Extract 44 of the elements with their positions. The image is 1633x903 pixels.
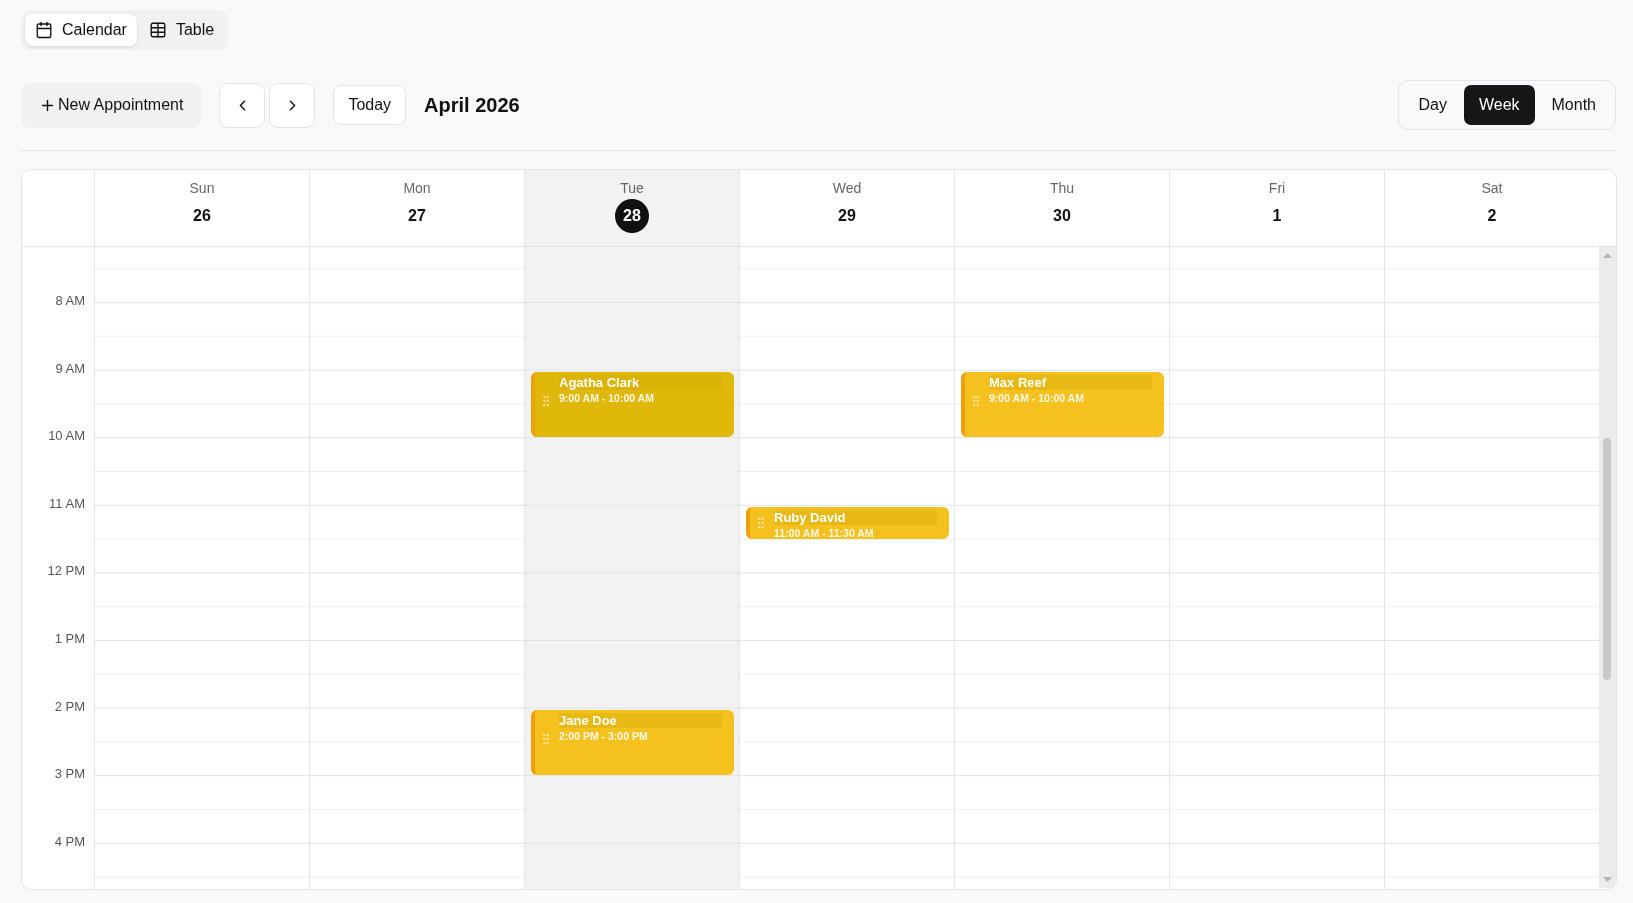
weekday-label: Tue [620,180,644,196]
date-number: 2 [1486,206,1498,226]
date-number: 30 [1052,206,1072,226]
next-button[interactable] [269,82,316,128]
table-icon [148,21,167,39]
time-label: 11 AM [49,495,85,511]
date-number: 28 [615,199,649,233]
date-number: 1 [1271,206,1283,226]
new-appointment-button[interactable]: New Appointment [21,82,202,128]
time-label: 12 PM [47,562,85,578]
time-label: 10 AM [48,427,85,443]
appointment-title: Ruby David [774,509,937,525]
calendar-icon [35,21,53,39]
date-number: 26 [192,206,212,226]
previous-button[interactable] [219,82,266,128]
date-number: 29 [837,206,857,226]
time-label: 4 PM [54,833,85,849]
appointment-time: 2:00 PM - 3:00 PM [559,729,649,742]
range-option[interactable]: Day [1403,85,1462,125]
appointment-title: Jane Doe [559,712,722,728]
weekday-label: Thu [1049,180,1075,196]
weekday-label: Wed [832,180,862,196]
weekday-label: Mon [403,180,431,196]
appointment-title: Max Reef [989,374,1152,390]
appointment-time: 9:00 AM - 10:00 AM [559,391,655,404]
appointment-time: 11:00 AM - 11:30 AM [774,526,875,539]
time-label: 9 AM [55,360,85,376]
scrollbar[interactable] [1599,247,1616,888]
weekday-label: Sat [1481,180,1503,196]
time-label: 2 PM [54,698,85,714]
date-number: 27 [407,206,427,226]
range-option[interactable]: Week [1463,85,1535,125]
weekday-label: Sun [189,180,215,196]
range-option[interactable]: Month [1536,85,1611,125]
time-label: 1 PM [54,630,85,646]
appointment-time: 9:00 AM - 10:00 AM [989,391,1085,404]
time-label: 3 PM [54,765,85,781]
view-tab[interactable]: Calendar [25,14,137,46]
time-label: 8 AM [55,292,85,308]
view-tab[interactable]: Table [138,14,225,46]
today-button[interactable]: Today [333,85,407,125]
weekday-label: Fri [1268,180,1286,196]
appointment-title: Agatha Clark [559,374,722,390]
month-title: April 2026 [424,93,520,117]
